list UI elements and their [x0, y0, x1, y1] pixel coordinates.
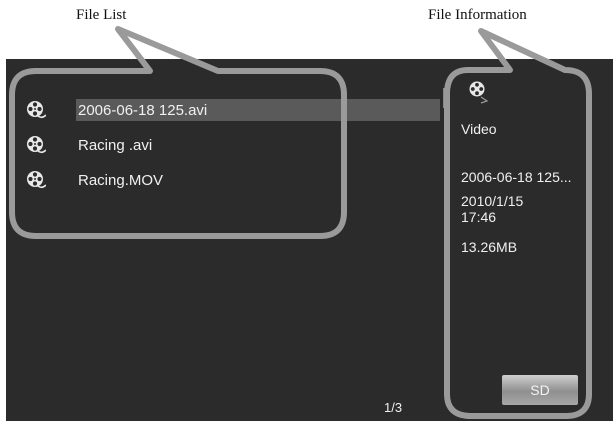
- sd-button-label: SD: [530, 382, 550, 398]
- file-type: Video: [461, 121, 497, 137]
- sd-card-button[interactable]: SD: [502, 375, 578, 405]
- file-info-name: 2006-06-18 125...: [461, 169, 572, 185]
- file-date: 2010/1/15: [461, 193, 524, 209]
- film-reel-icon: [469, 81, 489, 104]
- scrollbar-thumb[interactable]: [443, 88, 449, 108]
- page-indicator: 1/3: [384, 400, 403, 415]
- file-information-callout-label: File Information: [428, 7, 527, 23]
- file-name: Racing.MOV: [78, 171, 164, 189]
- film-reel-icon: [27, 101, 46, 119]
- file-list-callout-label: File List: [76, 7, 127, 23]
- file-size: 13.26MB: [461, 239, 518, 255]
- file-name: Racing .avi: [78, 136, 153, 154]
- film-reel-icon: [27, 136, 46, 154]
- file-time: 17:46: [461, 209, 497, 225]
- file-name: 2006-06-18 125.avi: [78, 101, 208, 119]
- scrollbar-track[interactable]: [444, 88, 448, 393]
- film-reel-icon: [27, 171, 46, 189]
